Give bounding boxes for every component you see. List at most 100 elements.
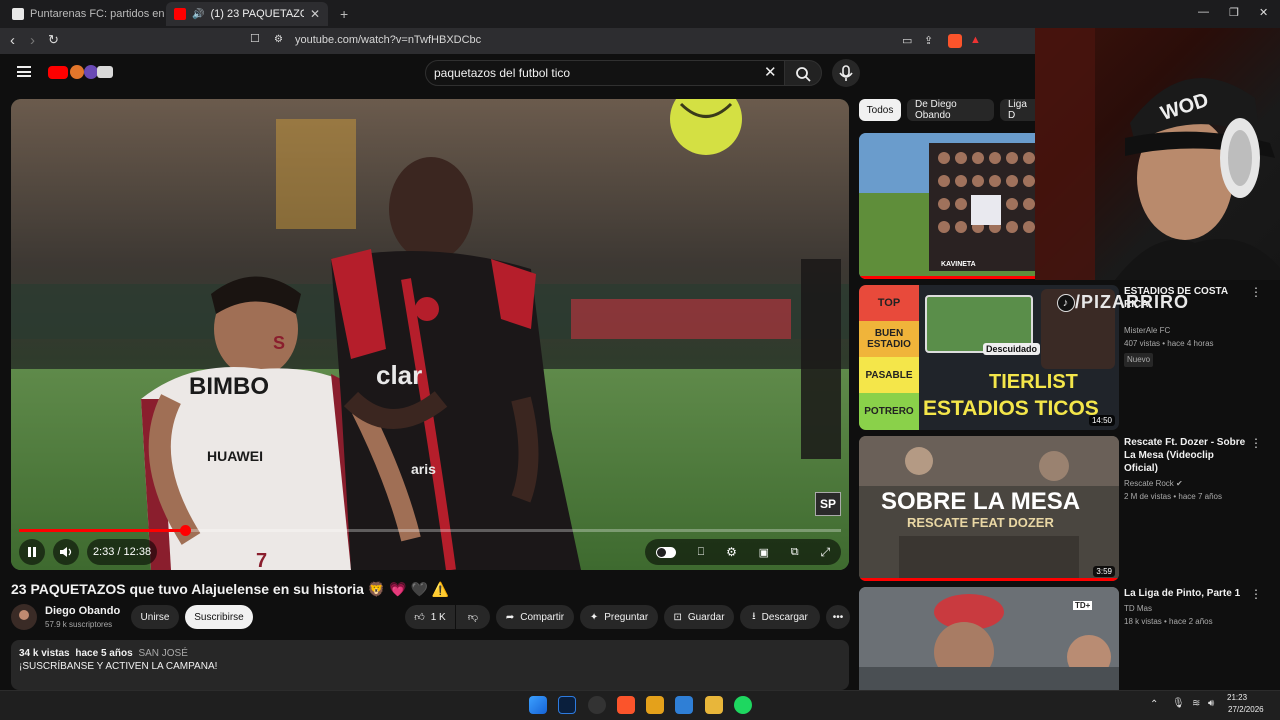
subtitles-icon[interactable]: ⎕ [698, 546, 705, 559]
related-video-info[interactable]: Rescate Ft. Dozer - Sobre La Mesa (Video… [1124, 436, 1248, 503]
clock-date[interactable]: 27/2/2026 [1228, 705, 1264, 714]
youtube-logo-icon[interactable] [48, 66, 68, 79]
miniplayer-icon[interactable]: ▣ [759, 546, 769, 559]
chip-all[interactable]: Todos [859, 99, 901, 121]
share-page-icon[interactable]: ⇪ [924, 34, 933, 47]
mute-button[interactable] [53, 539, 79, 565]
file-explorer-icon[interactable] [705, 696, 723, 714]
autoplay-toggle[interactable] [655, 546, 676, 558]
save-button[interactable]: ⊡ Guardar [664, 605, 734, 629]
tier-top: TOP [859, 285, 919, 321]
share-icon: ➦ [505, 611, 515, 623]
tab-puntarenas[interactable]: Puntarenas FC: partidos en vivo y últ [4, 2, 164, 26]
menu-icon[interactable] [17, 66, 31, 77]
chip-liga[interactable]: Liga D [1000, 99, 1035, 121]
tier-bad: POTRERO [859, 393, 919, 430]
fullscreen-icon[interactable]: ⤢ [820, 545, 830, 560]
ask-button[interactable]: ✦ Preguntar [580, 605, 658, 629]
brave-shield-icon[interactable] [948, 34, 962, 48]
site-settings-icon[interactable]: ⚙ [274, 34, 283, 45]
description-text: ¡SUSCRÍBANSE Y ACTIVEN LA CAMPANA! [19, 661, 218, 672]
bookmark-icon[interactable]: ☐ [250, 32, 260, 45]
store-icon[interactable] [675, 696, 693, 714]
cast-icon[interactable]: ▭ [902, 34, 912, 47]
speaker-tray-icon[interactable]: 🔊︎ [1208, 698, 1214, 709]
chip-channel[interactable]: De Diego Obando [907, 99, 994, 121]
dislike-button[interactable]: 👎︎ [456, 605, 490, 629]
related-channel[interactable]: MisterAle FC [1124, 325, 1248, 337]
spotify-icon[interactable] [734, 696, 752, 714]
related-video-info[interactable]: La Liga de Pinto, Parte 1 TD Mas 18 k vi… [1124, 587, 1248, 628]
share-button[interactable]: ➦ Compartir [496, 605, 574, 629]
back-icon[interactable]: ‹ [10, 32, 15, 49]
tier-good: BUEN ESTADIO [859, 321, 919, 357]
related-meta: 407 vistas • hace 4 horas [1124, 339, 1214, 348]
subscribe-button[interactable]: Suscribirse [185, 605, 253, 629]
related-video-thumbnail[interactable]: SOBRE LA MESA RESCATE FEAT DOZER 3:59 [859, 436, 1119, 581]
voice-search-button[interactable] [832, 59, 860, 87]
mic-tray-icon[interactable]: 🎙︎ [1172, 698, 1185, 709]
thumbnail-headline: SOBRE LA MESA [881, 488, 1081, 515]
location-tag[interactable]: SAN JOSÉ [138, 648, 187, 659]
time-display: 2:33 / 12:38 [87, 539, 157, 565]
settings-icon[interactable]: ⚙ [726, 545, 737, 559]
video-player[interactable]: BIMBO HUAWEI S 7 clar aris SP 2:33 / 12:… [11, 99, 849, 570]
progress-scrubber[interactable] [180, 525, 192, 536]
related-video-title[interactable]: Rescate Ft. Dozer - Sobre La Mesa (Video… [1124, 436, 1248, 475]
search-button[interactable] [784, 60, 822, 86]
brave-browser-icon[interactable] [617, 696, 635, 714]
like-button[interactable]: 👍︎ 1 K [405, 605, 455, 629]
vlc-icon[interactable] [646, 696, 664, 714]
youtube-favicon-icon [174, 8, 186, 20]
related-channel[interactable]: Rescate Rock ✔ [1124, 478, 1248, 490]
svg-text:S: S [273, 333, 285, 353]
description-box[interactable]: 34 k vistas hace 5 años SAN JOSÉ ¡SUSCRÍ… [11, 640, 849, 690]
more-icon: ••• [832, 611, 844, 623]
url-field[interactable]: youtube.com/watch?v=nTwfHBXDCbc [295, 34, 481, 46]
obs-icon[interactable] [588, 696, 606, 714]
svg-text:7: 7 [256, 550, 267, 570]
clear-search-icon[interactable]: ✕ [764, 63, 777, 81]
windows-start-icon[interactable] [529, 696, 547, 714]
video-duration: 14:50 [1088, 415, 1115, 426]
join-button[interactable]: Unirse [131, 605, 179, 629]
browser-tab-bar: Puntarenas FC: partidos en vivo y últ 🔊 … [0, 0, 1280, 28]
svg-text:aris: aris [411, 461, 436, 477]
brave-rewards-icon[interactable]: ▲ [970, 34, 981, 46]
new-tab-button[interactable]: + [332, 2, 352, 26]
thumbnail-caption: KAVINETA [941, 261, 976, 268]
related-video-thumbnail[interactable]: TD+ [859, 587, 1119, 690]
more-actions-button[interactable]: ••• [826, 605, 850, 629]
logo-doodle-icon [97, 66, 113, 78]
tray-chevron-icon[interactable]: ⌃ [1150, 699, 1158, 710]
speaker-icon: 🔊 [192, 8, 205, 20]
more-options-icon[interactable]: ⋮ [1250, 587, 1262, 601]
pause-button[interactable] [19, 539, 45, 565]
more-options-icon[interactable]: ⋮ [1250, 285, 1262, 299]
related-channel[interactable]: TD Mas [1124, 603, 1248, 615]
close-window-icon[interactable]: ✕ [1259, 6, 1268, 19]
clock-time[interactable]: 21:23 [1227, 693, 1247, 702]
wifi-icon[interactable]: ≋ [1192, 698, 1200, 709]
tab-youtube[interactable]: 🔊 (1) 23 PAQUETAZOS que tuvo Alajuelense… [166, 2, 328, 26]
cast-icon[interactable]: ⧉ [791, 546, 799, 559]
reload-icon[interactable]: ↻ [48, 32, 59, 48]
photoshop-icon[interactable] [558, 696, 576, 714]
streamer-brand-overlay: ♪/PIZARRIRO [1057, 292, 1189, 313]
related-video-title[interactable]: La Liga de Pinto, Parte 1 [1124, 587, 1248, 600]
maximize-icon[interactable]: ❐ [1229, 6, 1239, 19]
current-time: 2:33 [92, 546, 115, 558]
more-options-icon[interactable]: ⋮ [1250, 436, 1262, 450]
channel-watermark[interactable]: SP [815, 492, 841, 516]
search-query[interactable]: paquetazos del futbol tico [434, 66, 570, 80]
video-progress-bar[interactable] [19, 525, 841, 536]
minimize-icon[interactable]: — [1198, 6, 1209, 18]
channel-avatar[interactable] [11, 604, 37, 630]
view-count: 34 k vistas [19, 648, 70, 659]
close-tab-icon[interactable]: ✕ [310, 7, 320, 21]
site-favicon-icon [12, 8, 24, 20]
channel-name[interactable]: Diego Obando [45, 605, 120, 617]
thumbnail-headline: ESTADIOS TICOS [923, 397, 1099, 420]
forward-icon[interactable]: › [30, 32, 35, 49]
download-button[interactable]: ⭳ Descargar [740, 605, 820, 629]
